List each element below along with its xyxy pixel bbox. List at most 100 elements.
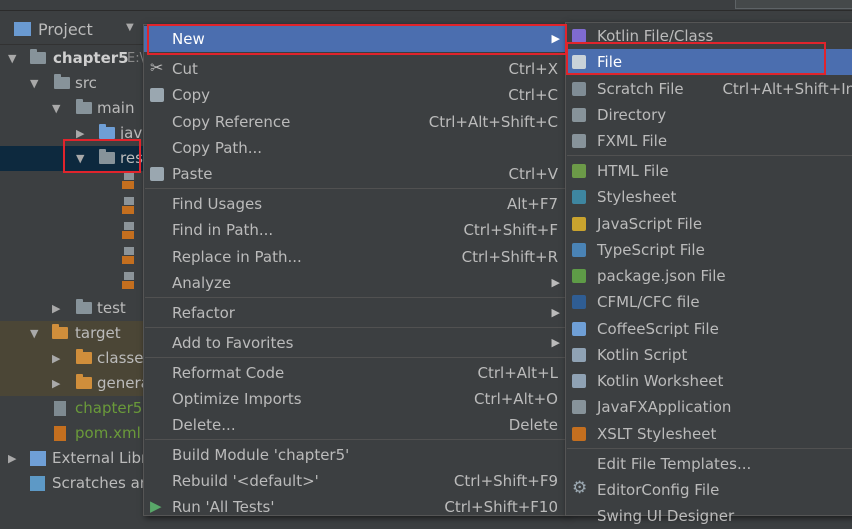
menu-item-html-file[interactable]: HTML File: [566, 158, 852, 184]
menu-item-copy[interactable]: Copy Ctrl+C: [144, 82, 566, 108]
tree-item[interactable]: ▶generated-sources: [0, 371, 238, 396]
kotlin-worksheet-icon: [572, 374, 586, 388]
chevron-down-icon[interactable]: ▼: [126, 22, 134, 33]
tree-item[interactable]: Scratches and Consoles: [0, 471, 231, 496]
tree-item[interactable]: [0, 271, 146, 296]
project-panel-title[interactable]: Project: [38, 20, 93, 39]
tree-item[interactable]: ▶ java: [0, 121, 151, 146]
tree-item[interactable]: ▼resources: [0, 146, 193, 171]
menu-separator: [145, 297, 565, 298]
menu-item-add-to-favorites[interactable]: Add to Favorites ▶: [144, 330, 566, 356]
menu-item-rebuild-default[interactable]: Rebuild '<default>' Ctrl+Shift+F9: [144, 468, 566, 494]
tree-item[interactable]: [0, 171, 146, 196]
menu-item-scratch-file[interactable]: Scratch File Ctrl+Alt+Shift+Ins: [566, 76, 852, 102]
menu-item-xslt-stylesheet[interactable]: XSLT Stylesheet: [566, 421, 852, 447]
menu-item-label: Add to Favorites: [172, 334, 294, 352]
menu-item-coffeescript-file[interactable]: CoffeeScript File: [566, 316, 852, 342]
search-field[interactable]: [735, 0, 852, 9]
menu-item-analyze[interactable]: Analyze ▶: [144, 270, 566, 296]
menu-item-kotlin-file-class[interactable]: Kotlin File/Class: [566, 23, 852, 49]
menu-item-label: EditorConfig File: [597, 481, 720, 499]
menu-item-typescript-file[interactable]: TypeScript File: [566, 237, 852, 263]
tree-item[interactable]: ▶ test: [0, 296, 146, 321]
expand-right-icon[interactable]: ▶: [8, 452, 16, 465]
tree-item[interactable]: ▼ target: [0, 321, 146, 346]
menu-item-label: Kotlin Script: [597, 346, 688, 364]
tree-item-label: target: [75, 324, 121, 342]
menu-item-run-all-tests[interactable]: ▶ Run 'All Tests' Ctrl+Shift+F10: [144, 494, 566, 520]
menu-item-shortcut: Ctrl+Alt+Shift+Ins: [722, 80, 852, 98]
menu-separator: [145, 357, 565, 358]
menu-item-label: JavaScript File: [597, 215, 703, 233]
menu-item-copy-reference[interactable]: Copy Reference Ctrl+Alt+Shift+C: [144, 109, 566, 135]
scissors-icon: ✂: [150, 58, 164, 77]
menu-item-edit-file-templates[interactable]: Edit File Templates...: [566, 451, 852, 477]
tree-item[interactable]: pom.xml: [0, 421, 146, 446]
tree-item[interactable]: ▶ classes: [0, 346, 151, 371]
submenu-arrow-icon: ▶: [551, 276, 560, 289]
menu-item-javascript-file[interactable]: JavaScript File: [566, 211, 852, 237]
tree-item[interactable]: [0, 196, 146, 221]
menu-item-kotlin-worksheet[interactable]: Kotlin Worksheet: [566, 368, 852, 394]
menu-item-delete[interactable]: Delete... Delete: [144, 412, 566, 438]
menu-item-package-json-file[interactable]: package.json File: [566, 263, 852, 289]
expand-down-icon[interactable]: ▼: [30, 77, 38, 90]
menu-item-label: Find in Path...: [172, 221, 274, 239]
source-folder-icon: [99, 124, 115, 139]
menu-item-label: Optimize Imports: [172, 390, 302, 408]
menu-item-label: Delete...: [172, 416, 236, 434]
expand-down-icon[interactable]: ▼: [76, 152, 84, 165]
menu-item-find-usages[interactable]: Find Usages Alt+F7: [144, 191, 566, 217]
run-icon: ▶: [150, 497, 162, 515]
menu-item-directory[interactable]: Directory: [566, 102, 852, 128]
expand-right-icon[interactable]: ▶: [76, 127, 84, 140]
kotlin-file-icon: [572, 29, 586, 43]
menu-item-new[interactable]: New ▶: [144, 26, 566, 52]
menu-item-label: Edit File Templates...: [597, 455, 752, 473]
menu-item-shortcut: Ctrl+Shift+F9: [453, 472, 558, 490]
expand-right-icon[interactable]: ▶: [52, 352, 60, 365]
menu-item-cfml-cfc-file[interactable]: CFML/CFC file: [566, 289, 852, 315]
module-folder-icon: [30, 49, 46, 64]
tree-item[interactable]: [0, 221, 146, 246]
menu-item-refactor[interactable]: Refactor ▶: [144, 300, 566, 326]
menu-item-javafxapplication[interactable]: JavaFXApplication: [566, 394, 852, 420]
expand-down-icon[interactable]: ▼: [30, 327, 38, 340]
expand-right-icon[interactable]: ▶: [52, 302, 60, 315]
menu-separator: [145, 327, 565, 328]
xml-file-icon: [122, 222, 134, 239]
expand-right-icon[interactable]: ▶: [52, 377, 60, 390]
menu-item-fxml-file[interactable]: FXML File: [566, 128, 852, 154]
menu-item-shortcut: Delete: [508, 416, 558, 434]
tree-item-label: main: [97, 99, 135, 117]
javascript-file-icon: [572, 217, 586, 231]
menu-item-replace-in-path[interactable]: Replace in Path... Ctrl+Shift+R: [144, 244, 566, 270]
menu-item-label: Run 'All Tests': [172, 498, 275, 516]
tree-item[interactable]: ▼ src: [0, 71, 146, 96]
menu-item-paste[interactable]: Paste Ctrl+V: [144, 161, 566, 187]
expand-down-icon[interactable]: ▼: [52, 102, 60, 115]
menu-item-build-module-chapter5[interactable]: Build Module 'chapter5': [144, 442, 566, 468]
coffeescript-file-icon: [572, 322, 586, 336]
submenu-arrow-icon: ▶: [551, 306, 560, 319]
menu-item-file[interactable]: File: [566, 49, 852, 75]
tree-item[interactable]: chapter5.iml: [0, 396, 170, 421]
tree-item[interactable]: ▶ External Libraries: [0, 446, 184, 471]
excluded-folder-icon: [52, 324, 68, 339]
menu-item-kotlin-script[interactable]: Kotlin Script: [566, 342, 852, 368]
expand-down-icon[interactable]: ▼: [8, 52, 16, 65]
menu-item-swing-ui-designer[interactable]: Swing UI Designer: [566, 503, 852, 529]
menu-item-editorconfig-file[interactable]: ⚙ EditorConfig File: [566, 477, 852, 503]
menu-item-optimize-imports[interactable]: Optimize Imports Ctrl+Alt+O: [144, 386, 566, 412]
tree-item[interactable]: [0, 246, 146, 271]
menu-item-find-in-path[interactable]: Find in Path... Ctrl+Shift+F: [144, 217, 566, 243]
menu-item-stylesheet[interactable]: Stylesheet: [566, 184, 852, 210]
menu-item-reformat-code[interactable]: Reformat Code Ctrl+Alt+L: [144, 360, 566, 386]
menu-item-cut[interactable]: ✂ Cut Ctrl+X: [144, 56, 566, 82]
copy-icon: [150, 88, 164, 102]
menu-item-label: Swing UI Designer: [597, 507, 735, 525]
tree-item[interactable]: ▼ main: [0, 96, 146, 121]
tree-item[interactable]: ▼ chapter5 E:\: [0, 46, 146, 71]
menu-item-shortcut: Ctrl+Shift+F: [463, 221, 558, 239]
menu-item-copy-path[interactable]: Copy Path...: [144, 135, 566, 161]
